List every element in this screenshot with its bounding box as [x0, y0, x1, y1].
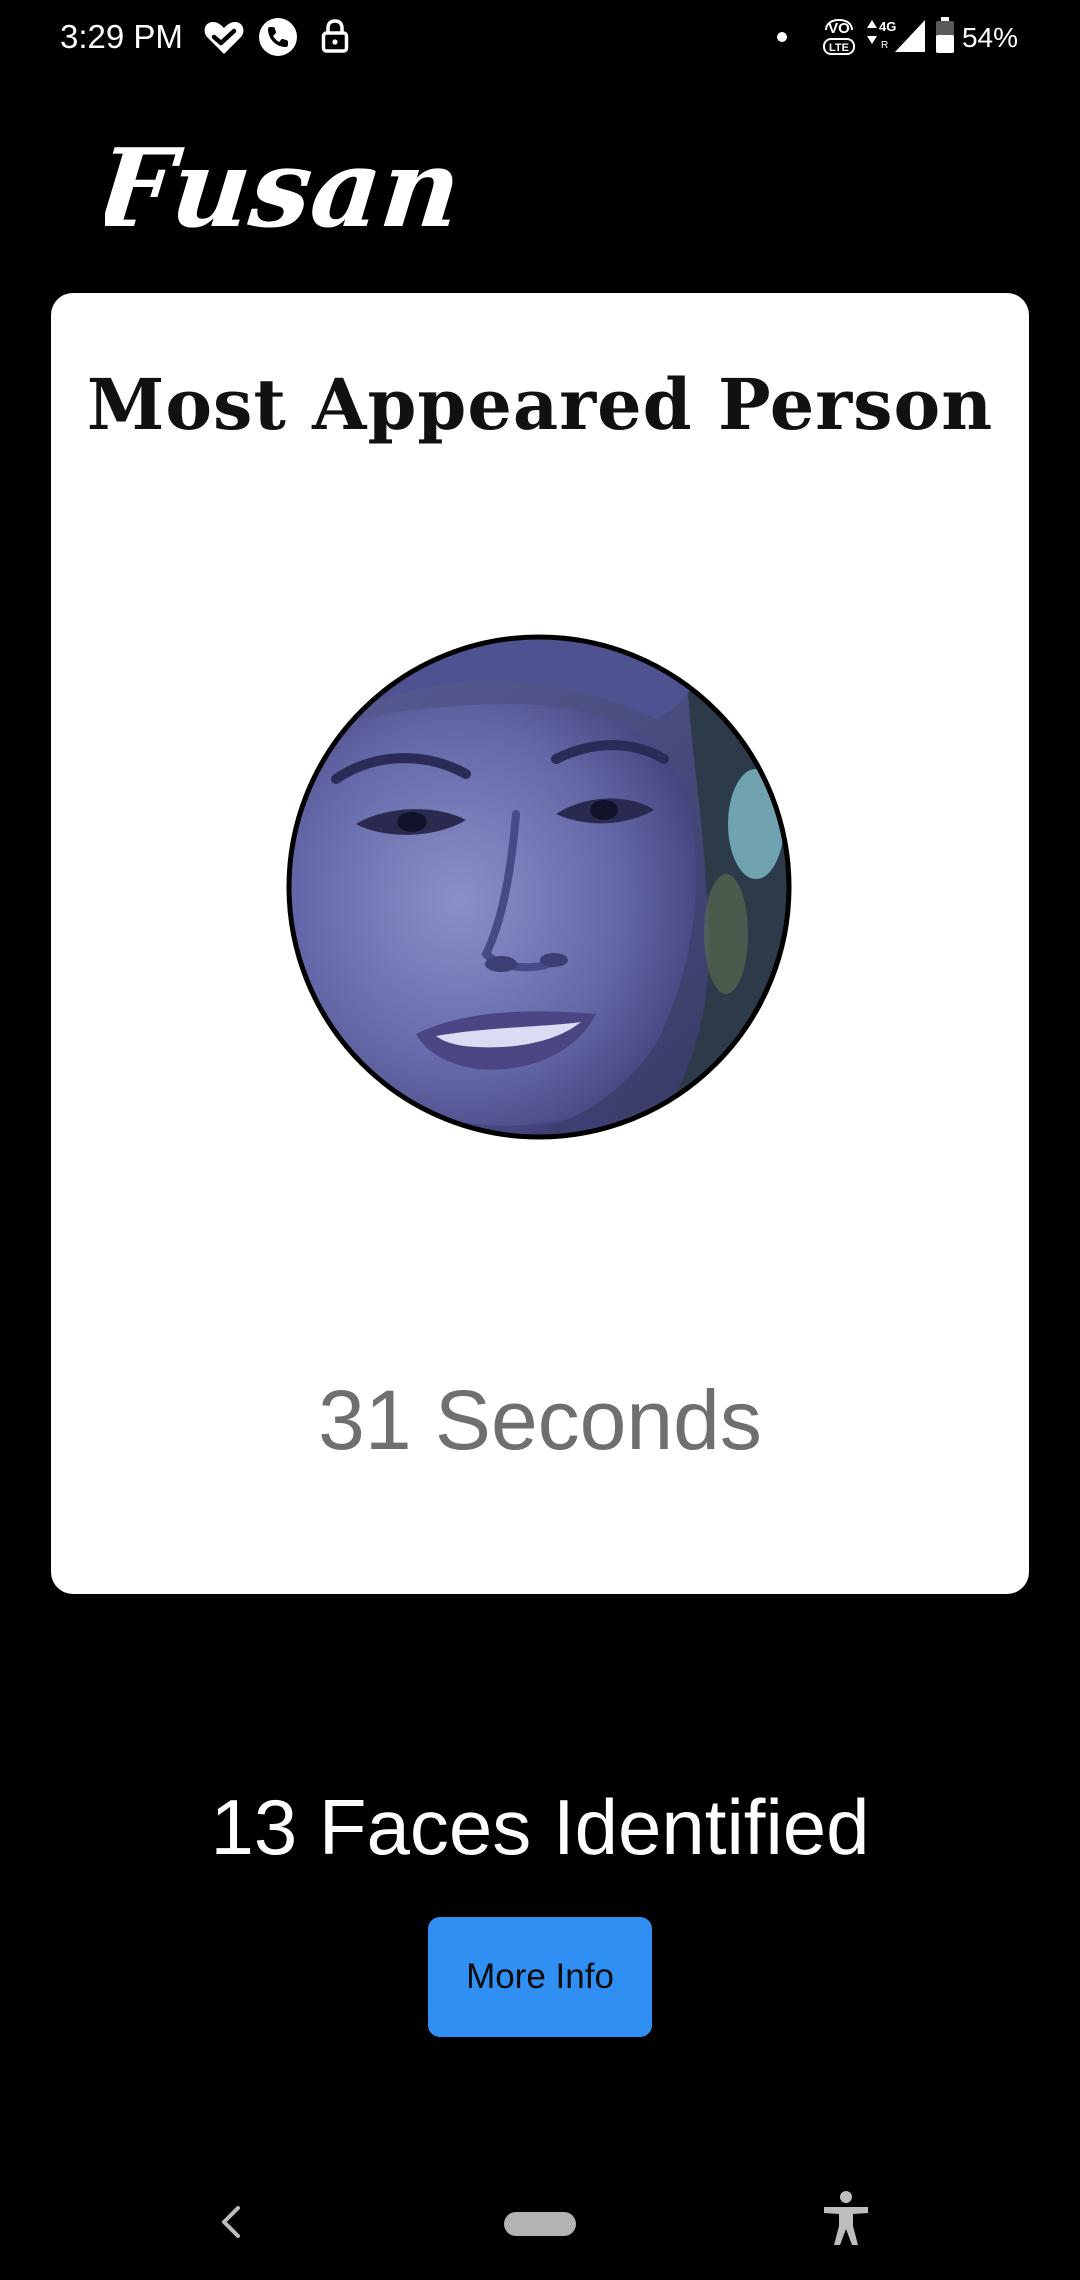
home-pill[interactable] — [504, 2212, 576, 2236]
card-title: Most Appeared Person — [86, 363, 994, 446]
brand-logo: Fusan — [105, 124, 460, 252]
face-avatar[interactable] — [286, 634, 792, 1140]
status-bar: 3:29 PM VO LTE 4G R 54% — [0, 0, 1080, 76]
battery-icon — [936, 17, 954, 53]
volte-icon: VO LTE — [823, 18, 855, 55]
heart-check-icon — [204, 22, 244, 54]
phone-call-icon — [259, 18, 297, 56]
navigation-bar — [0, 2160, 1080, 2280]
accessibility-icon[interactable] — [822, 2190, 870, 2246]
status-time: 3:29 PM — [60, 18, 183, 55]
more-info-button[interactable]: More Info — [428, 1917, 652, 2037]
lock-icon — [321, 19, 349, 53]
signal-icon — [895, 20, 925, 52]
notification-dot-icon — [777, 32, 787, 42]
most-appeared-card: Most Appeared Person 31 Seconds — [51, 293, 1029, 1594]
brand-logo-text: Fusan — [105, 124, 460, 252]
back-icon[interactable] — [212, 2202, 252, 2242]
svg-text:LTE: LTE — [829, 42, 849, 54]
faces-identified-count: 13 Faces Identified — [210, 1783, 870, 1871]
battery-percent: 54% — [961, 22, 1018, 53]
appearance-duration: 31 Seconds — [318, 1373, 762, 1467]
svg-text:R: R — [881, 40, 888, 51]
